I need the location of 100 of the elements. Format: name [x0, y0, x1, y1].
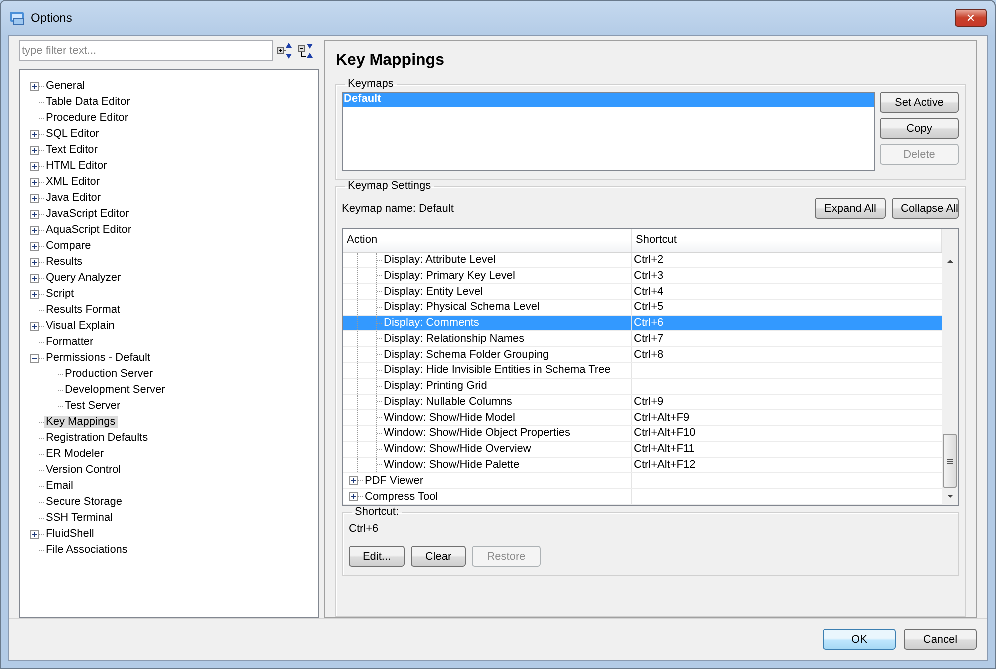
table-row[interactable]: Display: Primary Key Level Ctrl+3: [343, 268, 942, 284]
expand-icon[interactable]: [30, 146, 39, 154]
tree-item[interactable]: ER Modeler: [44, 448, 106, 460]
column-header[interactable]: Action: [343, 229, 632, 252]
button[interactable]: Set Active: [880, 92, 959, 113]
tree-item[interactable]: Text Editor: [44, 144, 100, 156]
group-label: Keymaps: [347, 78, 395, 90]
collapse-all-icon[interactable]: [297, 42, 315, 60]
tree-item[interactable]: JavaScript Editor: [44, 208, 132, 220]
scroll-thumb[interactable]: [943, 434, 957, 488]
tree-item[interactable]: Permissions - Default: [44, 352, 153, 364]
table-cell-text: Display: Primary Key Level: [383, 270, 516, 282]
window-title: Options: [31, 11, 74, 25]
table-cell: Ctrl+Alt+F9: [634, 412, 690, 424]
button[interactable]: Edit...: [349, 546, 405, 567]
tree-item[interactable]: Visual Explain: [44, 320, 117, 332]
group-label: Keymap Settings: [347, 180, 432, 192]
tree-item[interactable]: Table Data Editor: [44, 96, 132, 108]
tree-item[interactable]: Results: [44, 256, 85, 268]
table-row[interactable]: Compress Tool: [343, 489, 942, 505]
table-row[interactable]: Display: Relationship Names Ctrl+7: [343, 331, 942, 348]
tree-item[interactable]: Formatter: [44, 336, 96, 348]
table-row[interactable]: PDF Viewer: [343, 473, 942, 490]
expand-icon[interactable]: [30, 290, 39, 298]
table-row[interactable]: Window: Show/Hide Object Properties Ctrl+Alt+F10: [343, 426, 942, 442]
table-cell: Ctrl+2: [634, 254, 664, 266]
table-row[interactable]: Display: Nullable Columns Ctrl+9: [343, 394, 942, 410]
button[interactable]: Clear: [411, 546, 466, 567]
expand-icon[interactable]: [349, 476, 358, 486]
tree-item[interactable]: XML Editor: [44, 176, 102, 188]
table-cell-text: Window: Show/Hide Model: [383, 412, 516, 424]
scroll-up-icon[interactable]: [946, 257, 954, 266]
table-row[interactable]: Window: Show/Hide Palette Ctrl+Alt+F12: [343, 458, 942, 474]
shortcut-value: Ctrl+6: [349, 523, 380, 535]
tree-item[interactable]: Registration Defaults: [44, 432, 150, 444]
tree-item[interactable]: SSH Terminal: [44, 512, 116, 524]
tree-item[interactable]: Query Analyzer: [44, 272, 124, 284]
close-button[interactable]: ✕: [955, 9, 987, 27]
expand-icon[interactable]: [30, 322, 39, 330]
button[interactable]: Cancel: [904, 629, 977, 650]
tree-item[interactable]: AquaScript Editor: [44, 224, 134, 236]
tree-item[interactable]: File Associations: [44, 544, 130, 556]
tree-item[interactable]: Secure Storage: [44, 496, 124, 508]
expand-icon[interactable]: [30, 210, 39, 218]
tree-item[interactable]: Development Server: [63, 384, 168, 396]
table-cell-text: Display: Schema Folder Grouping: [383, 348, 550, 361]
tree-item[interactable]: Email: [44, 480, 76, 492]
tree-item[interactable]: Production Server: [63, 368, 156, 380]
tree-item[interactable]: General: [44, 80, 88, 92]
scrollbar[interactable]: [942, 229, 958, 505]
table-cell-text: Display: Printing Grid: [383, 380, 488, 392]
expand-icon[interactable]: [30, 530, 39, 538]
collapse-icon[interactable]: [30, 354, 39, 362]
expand-icon[interactable]: [30, 162, 39, 170]
table-row[interactable]: Display: Schema Folder Grouping Ctrl+8: [343, 347, 942, 364]
tree-item[interactable]: Script: [44, 288, 76, 300]
expand-icon[interactable]: [30, 82, 39, 90]
expand-icon[interactable]: [30, 130, 39, 138]
table-row[interactable]: Display: Attribute Level Ctrl+2: [343, 252, 942, 268]
expand-icon[interactable]: [30, 258, 39, 266]
table-row[interactable]: Display: Hide Invisible Entities in Schema Tree: [343, 363, 942, 379]
table-cell-text: Compress Tool: [364, 490, 440, 503]
table-cell: Ctrl+9: [634, 396, 664, 408]
tree-item[interactable]: FluidShell: [44, 528, 96, 540]
tree-item[interactable]: Results Format: [44, 304, 123, 316]
filter-field[interactable]: type filter text...: [19, 40, 273, 61]
table-cell: Ctrl+5: [634, 301, 664, 314]
table-cell: Ctrl+Alt+F11: [634, 443, 695, 456]
table-cell-text: Display: Physical Schema Level: [383, 301, 541, 314]
table-cell: Ctrl+3: [634, 270, 664, 282]
tree-item[interactable]: Key Mappings: [44, 416, 118, 428]
tree-item[interactable]: Compare: [44, 240, 94, 252]
tree-item[interactable]: Procedure Editor: [44, 112, 131, 124]
table-row[interactable]: Window: Show/Hide Model Ctrl+Alt+F9: [343, 410, 942, 426]
table-cell-text: Display: Entity Level: [383, 286, 484, 298]
scroll-down-icon[interactable]: [946, 492, 954, 501]
button[interactable]: Collapse All: [892, 198, 959, 219]
button[interactable]: Copy: [880, 118, 959, 139]
expand-icon[interactable]: [30, 226, 39, 234]
button[interactable]: Expand All: [815, 198, 886, 219]
table-row[interactable]: Window: Show/Hide Overview Ctrl+Alt+F11: [343, 442, 942, 458]
tree-item[interactable]: SQL Editor: [44, 128, 102, 140]
table-cell-text: Window: Show/Hide Palette: [383, 458, 521, 471]
grip-icon: [945, 456, 955, 466]
table-row[interactable]: Display: Printing Grid: [343, 378, 942, 395]
tree-item[interactable]: Test Server: [63, 400, 123, 412]
tree-item[interactable]: Java Editor: [44, 192, 104, 204]
tree-item[interactable]: Version Control: [44, 464, 124, 476]
expand-icon[interactable]: [30, 242, 39, 250]
button[interactable]: OK: [823, 629, 896, 650]
expand-icon[interactable]: [30, 194, 39, 202]
table-cell-text: Window: Show/Hide Object Properties: [383, 427, 572, 440]
tree-item[interactable]: HTML Editor: [44, 160, 110, 172]
expand-icon[interactable]: [30, 274, 39, 282]
keymap-name-label: Keymap name: Default: [342, 202, 454, 214]
table-cell: Ctrl+7: [634, 332, 664, 345]
table-row[interactable]: Display: Entity Level Ctrl+4: [343, 284, 942, 300]
expand-all-icon[interactable]: [276, 42, 294, 60]
expand-icon[interactable]: [30, 178, 39, 186]
expand-icon[interactable]: [349, 492, 358, 502]
